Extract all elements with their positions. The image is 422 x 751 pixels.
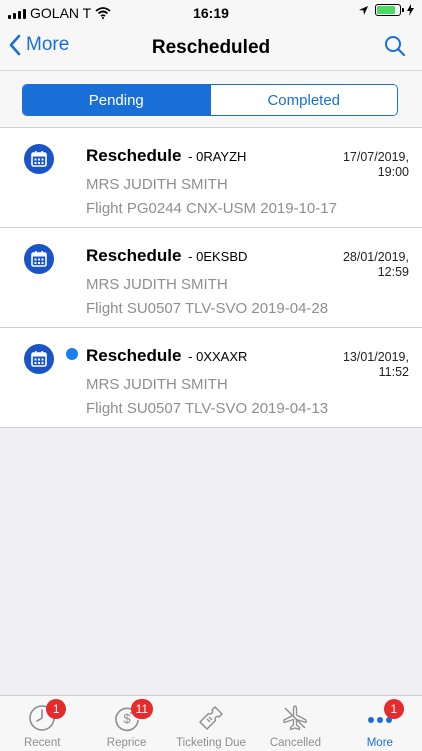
ticket-icon xyxy=(196,703,226,733)
item-type: Reschedule xyxy=(86,246,182,265)
item-code: - 0EKSBD xyxy=(188,249,248,264)
tab-cancelled-label: Cancelled xyxy=(269,737,321,749)
status-segmented-control: Pending Completed xyxy=(22,84,398,116)
battery-icon xyxy=(375,4,404,16)
item-title: Reschedule - 0XXAXR xyxy=(86,346,247,366)
item-passenger: MRS JUDITH SMITH xyxy=(86,276,228,293)
location-arrow-icon xyxy=(359,5,368,15)
item-flight: Flight SU0507 TLV-SVO 2019-04-28 xyxy=(86,300,329,317)
item-passenger: MRS JUDITH SMITH xyxy=(86,376,228,393)
item-type: Reschedule xyxy=(86,346,182,365)
search-icon xyxy=(385,36,406,57)
reprice-badge: 11 xyxy=(130,699,154,719)
status-right xyxy=(358,4,414,16)
segment-completed[interactable]: Completed xyxy=(209,85,397,115)
item-flight: Flight PG0244 CNX-USM 2019-10-17 xyxy=(86,200,337,217)
segment-bar: Pending Completed xyxy=(0,71,422,128)
tab-reprice-label: Reprice xyxy=(106,737,147,749)
list-item[interactable]: Reschedule - 0XXAXR 13/01/2019, 11:52 MR… xyxy=(0,328,422,428)
tab-bar: 1 Recent $ 11 Reprice Ticketing Due Canc… xyxy=(0,695,422,751)
tab-reprice[interactable]: $ 11 Reprice xyxy=(84,696,168,751)
segment-pending[interactable]: Pending xyxy=(23,85,210,115)
page-title: Rescheduled xyxy=(151,37,271,58)
tab-cancelled[interactable]: Cancelled xyxy=(253,696,337,751)
item-passenger: MRS JUDITH SMITH xyxy=(86,176,228,193)
list-item[interactable]: Reschedule - 0EKSBD 28/01/2019, 12:59 MR… xyxy=(0,228,422,328)
calendar-icon xyxy=(24,144,54,174)
list-item[interactable]: Reschedule - 0RAYZH 17/07/2019, 19:00 MR… xyxy=(0,128,422,228)
recent-badge: 1 xyxy=(46,699,67,719)
svg-text:$: $ xyxy=(123,711,131,726)
tab-ticketing-due[interactable]: Ticketing Due xyxy=(169,696,253,751)
item-date: 28/01/2019, 12:59 xyxy=(342,250,409,279)
calendar-icon xyxy=(24,244,54,274)
tab-recent-label: Recent xyxy=(23,737,61,749)
item-type: Reschedule xyxy=(86,146,182,165)
more-badge: 1 xyxy=(383,699,404,719)
status-bar: GOLAN T 16:19 xyxy=(0,0,422,26)
item-date: 17/07/2019, 19:00 xyxy=(342,150,409,179)
reschedule-list: Reschedule - 0RAYZH 17/07/2019, 19:00 MR… xyxy=(0,128,422,428)
item-code: - 0RAYZH xyxy=(188,149,247,164)
item-title: Reschedule - 0RAYZH xyxy=(86,146,246,166)
unread-indicator xyxy=(66,348,78,360)
charging-bolt-icon xyxy=(407,4,414,16)
calendar-icon xyxy=(24,344,54,374)
item-title: Reschedule - 0EKSBD xyxy=(86,246,247,266)
plane-cancelled-icon xyxy=(280,703,310,733)
tab-more[interactable]: 1 More xyxy=(338,696,422,751)
navigation-bar: More Rescheduled xyxy=(0,26,422,71)
tab-more-label: More xyxy=(366,737,393,749)
search-button[interactable] xyxy=(384,35,406,62)
tab-recent[interactable]: 1 Recent xyxy=(0,696,84,751)
tab-ticketing-due-label: Ticketing Due xyxy=(176,737,246,749)
item-flight: Flight SU0507 TLV-SVO 2019-04-13 xyxy=(86,400,329,417)
item-code: - 0XXAXR xyxy=(188,349,248,364)
item-date: 13/01/2019, 11:52 xyxy=(342,350,409,379)
